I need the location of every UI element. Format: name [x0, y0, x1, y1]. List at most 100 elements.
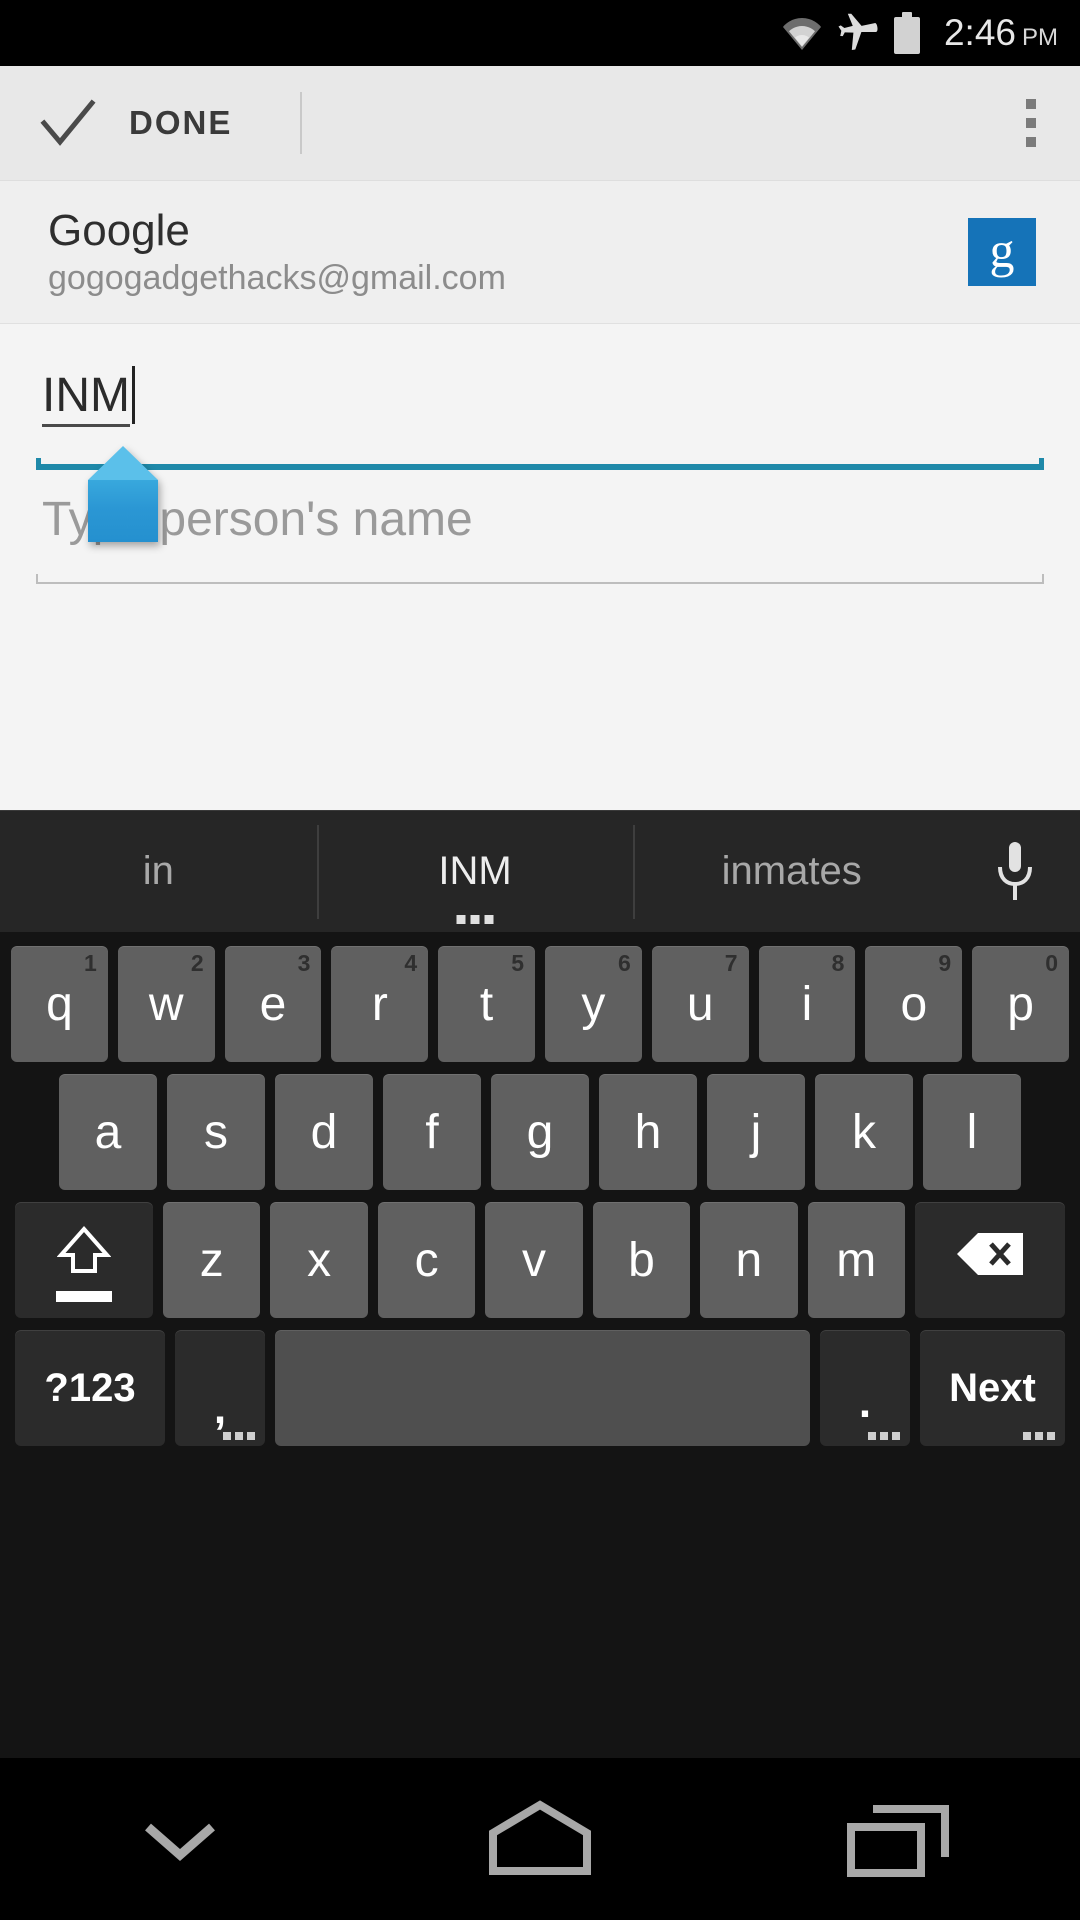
key-label: h [634, 1105, 662, 1159]
key-number-hint: 4 [404, 950, 418, 976]
key-t[interactable]: 5t [438, 946, 535, 1062]
key-u[interactable]: 7u [651, 946, 749, 1062]
key-label: c [414, 1233, 439, 1287]
key-label: a [94, 1105, 122, 1159]
key-label: m [836, 1233, 877, 1287]
key-i[interactable]: 8i [758, 946, 856, 1062]
key-number-hint: 8 [831, 950, 845, 976]
key-w[interactable]: 2w [117, 946, 215, 1062]
key-r[interactable]: 4r [331, 946, 429, 1062]
key-e[interactable]: 3e [224, 946, 322, 1062]
key-label: q [46, 977, 73, 1031]
key-s[interactable]: s [167, 1074, 265, 1190]
key-number-hint: 3 [297, 950, 311, 976]
key-c[interactable]: c [377, 1202, 476, 1318]
key-d[interactable]: d [275, 1074, 373, 1190]
key-label: p [1007, 977, 1034, 1031]
key-m[interactable]: m [807, 1202, 905, 1318]
hide-keyboard-down-icon[interactable] [90, 1789, 270, 1889]
symbols-key[interactable]: ?123 [15, 1330, 165, 1446]
suggestion-item-0[interactable]: in [0, 811, 317, 932]
key-label: g [526, 1105, 554, 1159]
key-label: v [521, 1233, 546, 1287]
action-bar-divider [300, 92, 303, 154]
voice-input-button[interactable] [950, 840, 1080, 904]
account-provider: Google [48, 205, 190, 255]
suggestion-label: INM [438, 849, 512, 893]
key-l[interactable]: l [923, 1074, 1021, 1190]
space-key[interactable] [275, 1330, 810, 1446]
backspace-key[interactable] [914, 1202, 1065, 1318]
battery-icon [893, 12, 920, 54]
key-number-hint: 5 [511, 950, 524, 976]
key-j[interactable]: j [707, 1074, 805, 1190]
next-key[interactable]: Next [920, 1330, 1065, 1446]
key-number-hint: 1 [84, 950, 97, 976]
key-n[interactable]: n [700, 1202, 798, 1318]
key-g[interactable]: g [491, 1074, 589, 1190]
key-rows: 1q 2w 3e 4r 5t 6y 7u 8i 9o 0p a s d f g … [0, 932, 1080, 1452]
key-label: . [858, 1378, 872, 1427]
key-b[interactable]: b [592, 1202, 691, 1318]
key-f[interactable]: f [383, 1074, 481, 1190]
key-z[interactable]: z [163, 1202, 261, 1318]
suggestion-item-2[interactable]: inmates [633, 811, 950, 932]
home-icon[interactable] [450, 1789, 630, 1889]
key-label: f [425, 1105, 439, 1159]
key-x[interactable]: x [270, 1202, 368, 1318]
shift-key[interactable] [15, 1202, 154, 1318]
wifi-icon [782, 14, 822, 52]
account-text: Google gogogadgethacks@gmail.com [48, 206, 506, 298]
keyboard-row-2: a s d f g h j k l [4, 1068, 1076, 1196]
name-input[interactable]: INM [36, 362, 1044, 436]
long-press-dots-icon [868, 1432, 900, 1440]
status-bar: 2:46 PM [0, 0, 1080, 66]
suggestion-label: inmates [721, 849, 862, 893]
person-input[interactable]: Type person's name [36, 482, 1044, 556]
key-label: o [900, 977, 928, 1031]
key-y[interactable]: 6y [545, 946, 642, 1062]
text-selection-handle[interactable] [88, 446, 158, 542]
contact-form: INM Type person's name [0, 324, 1080, 810]
key-h[interactable]: h [599, 1074, 697, 1190]
key-label: n [735, 1233, 763, 1287]
key-o[interactable]: 9o [865, 946, 963, 1062]
key-label: ?123 [44, 1365, 136, 1410]
soft-keyboard: in INM inmates 1q 2 w 3 e 4 r 5 t 6 y 7 … [0, 810, 1080, 1758]
overflow-menu-icon[interactable] [1026, 99, 1036, 147]
keyboard-row-3: z x c v b n m [4, 1196, 1076, 1324]
key-number-hint: 0 [1045, 950, 1058, 976]
key-label: y [581, 977, 606, 1031]
period-key[interactable]: . [820, 1330, 910, 1446]
key-label: i [801, 977, 813, 1031]
status-bar-clock: 2:46 PM [944, 12, 1058, 54]
suggestion-item-1[interactable]: INM [316, 811, 634, 932]
done-label: DONE [129, 104, 233, 141]
key-label: d [310, 1105, 338, 1159]
key-label: Next [949, 1365, 1036, 1410]
key-label: t [479, 977, 494, 1031]
comma-key[interactable]: , [175, 1330, 265, 1446]
backspace-key-icon [953, 1229, 1027, 1291]
name-field-group[interactable]: INM [36, 362, 1044, 470]
check-icon [40, 95, 96, 151]
key-label: u [686, 977, 714, 1031]
suggestion-more-dots-icon [456, 915, 494, 924]
long-press-dots-icon [1023, 1432, 1055, 1440]
done-button[interactable]: DONE [0, 66, 232, 180]
key-label: e [259, 977, 287, 1031]
recent-apps-icon[interactable] [810, 1789, 990, 1889]
key-q[interactable]: 1q [11, 946, 108, 1062]
key-label: b [628, 1233, 655, 1287]
key-k[interactable]: k [815, 1074, 913, 1190]
person-field-group[interactable]: Type person's name [36, 482, 1044, 584]
long-press-dots-icon [223, 1432, 255, 1440]
account-row[interactable]: Google gogogadgethacks@gmail.com g [0, 181, 1080, 324]
suggestion-label: in [142, 849, 174, 893]
key-p[interactable]: 0p [972, 946, 1069, 1062]
key-v[interactable]: v [485, 1202, 583, 1318]
action-bar: DONE [0, 66, 1080, 181]
key-a[interactable]: a [59, 1074, 157, 1190]
key-label: z [199, 1233, 224, 1287]
key-number-hint: 7 [724, 950, 738, 976]
